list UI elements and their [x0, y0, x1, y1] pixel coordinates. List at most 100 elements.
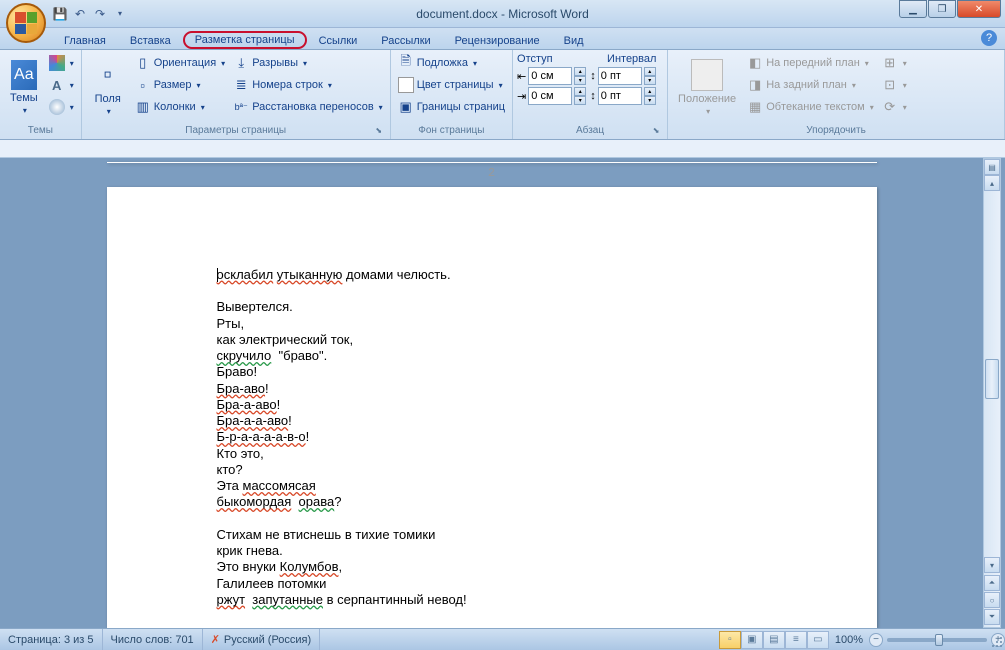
spacing-after-field[interactable]: ↕0 пт▴▾	[590, 87, 656, 105]
browse-object-button[interactable]: ○	[984, 592, 1000, 608]
document-line[interactable]: быкомордая орава?	[217, 494, 767, 510]
page-setup-launcher[interactable]: ⬊	[374, 125, 384, 135]
align-button[interactable]: ⊞▾	[879, 52, 910, 74]
document-line[interactable]: Рты,	[217, 316, 767, 332]
theme-effects-button[interactable]: ▾	[46, 96, 77, 118]
zoom-percent[interactable]: 100%	[829, 634, 869, 646]
resize-grip[interactable]	[989, 634, 1003, 648]
status-language[interactable]: ✗Русский (Россия)	[203, 629, 321, 650]
document-line[interactable]: крик гнева.	[217, 543, 767, 559]
office-button[interactable]	[6, 3, 46, 43]
tab-разметка-страницы[interactable]: Разметка страницы	[183, 31, 307, 49]
tab-рассылки[interactable]: Рассылки	[369, 33, 442, 49]
text-segment: Это внуки	[217, 559, 280, 574]
qat-redo-icon[interactable]: ↷	[92, 6, 108, 22]
tab-вставка[interactable]: Вставка	[118, 33, 183, 49]
document-line[interactable]: Кто это,	[217, 446, 767, 462]
hyphenation-button[interactable]: bª⁻Расстановка переносов▾	[230, 96, 386, 118]
line-numbers-button[interactable]: ≣Номера строк▾	[230, 74, 386, 96]
send-back-button[interactable]: ◨На задний план▾	[744, 74, 877, 96]
position-button[interactable]: Положение ▾	[672, 52, 742, 123]
web-view-button[interactable]: ▤	[763, 631, 785, 649]
document-line[interactable]: Галилеев потомки	[217, 576, 767, 592]
help-button[interactable]: ?	[981, 30, 997, 46]
margins-icon: ▫	[92, 59, 124, 91]
indent-left-icon: ⇤	[517, 70, 526, 83]
status-word-count[interactable]: Число слов: 701	[103, 629, 203, 650]
qat-undo-icon[interactable]: ↶	[72, 6, 88, 22]
spacing-before-field[interactable]: ↕0 пт▴▾	[590, 67, 656, 85]
document-line[interactable]: Это внуки Колумбов,	[217, 559, 767, 575]
text-segment: ,	[338, 559, 342, 574]
zoom-slider-thumb[interactable]	[935, 634, 943, 646]
document-line[interactable]: скручило "браво".	[217, 348, 767, 364]
paragraph-launcher[interactable]: ⬊	[651, 125, 661, 135]
document-line[interactable]: как электрический ток,	[217, 332, 767, 348]
document-line[interactable]: Бра-а-аво!	[217, 397, 767, 413]
size-button[interactable]: ▫Размер▾	[132, 74, 228, 96]
columns-icon: ▥	[135, 99, 151, 115]
columns-button[interactable]: ▥Колонки▾	[132, 96, 228, 118]
scroll-down-button[interactable]: ▾	[984, 557, 1000, 573]
page-color-icon	[398, 77, 414, 93]
page-borders-button[interactable]: ▣Границы страниц	[395, 96, 508, 118]
text-segment: запутанные	[252, 592, 323, 607]
rotate-button[interactable]: ⟳▾	[879, 96, 910, 118]
document-line[interactable]: Стихам не втиснешь в тихие томики	[217, 527, 767, 543]
indent-header: Отступ	[517, 53, 559, 65]
document-line[interactable]: Бра-а-а-аво!	[217, 413, 767, 429]
document-page[interactable]: осклабил утыканную домами челюсть. Вывер…	[107, 187, 877, 628]
document-line[interactable]	[217, 511, 767, 527]
tab-главная[interactable]: Главная	[52, 33, 118, 49]
document-line[interactable]: Бра-аво!	[217, 381, 767, 397]
scroll-track[interactable]	[984, 191, 1000, 557]
qat-customize-icon[interactable]: ▾	[112, 6, 128, 22]
print-layout-view-button[interactable]: ▫	[719, 631, 741, 649]
document-line[interactable]	[217, 283, 767, 299]
watermark-button[interactable]: 🗎Подложка▾	[395, 52, 508, 74]
tab-рецензирование[interactable]: Рецензирование	[443, 33, 552, 49]
document-line[interactable]: Б-р-а-а-а-а-в-о!	[217, 429, 767, 445]
document-line[interactable]: осклабил утыканную домами челюсть.	[217, 267, 767, 283]
status-page[interactable]: Страница: 3 из 5	[0, 629, 103, 650]
themes-button[interactable]: Aa Темы ▾	[4, 52, 44, 123]
maximize-button[interactable]: ❐	[928, 0, 956, 18]
ruler-toggle-button[interactable]: ▤	[984, 159, 1000, 175]
theme-colors-button[interactable]: ▾	[46, 52, 77, 74]
text-segment: ржут	[217, 592, 246, 607]
indent-left-field[interactable]: ⇤0 см▴▾	[517, 67, 586, 85]
scroll-up-button[interactable]: ▴	[984, 175, 1000, 191]
document-line[interactable]: Браво!	[217, 364, 767, 380]
scroll-thumb[interactable]	[985, 359, 999, 399]
line-numbers-icon: ≣	[233, 77, 249, 93]
tab-вид[interactable]: Вид	[552, 33, 596, 49]
orientation-button[interactable]: ▯Ориентация▾	[132, 52, 228, 74]
full-screen-view-button[interactable]: ▣	[741, 631, 763, 649]
document-line[interactable]: кто?	[217, 462, 767, 478]
spacing-after-icon: ↕	[590, 90, 596, 102]
bring-front-button[interactable]: ◧На передний план▾	[744, 52, 877, 74]
breaks-button[interactable]: ⤓Разрывы▾	[230, 52, 386, 74]
group-button[interactable]: ⊡▾	[879, 74, 910, 96]
qat-save-icon[interactable]: 💾	[52, 6, 68, 22]
document-line[interactable]: Эта массомясая	[217, 478, 767, 494]
close-button[interactable]: ✕	[957, 0, 1001, 18]
margins-button[interactable]: ▫ Поля ▾	[86, 52, 130, 123]
minimize-button[interactable]: ▁	[899, 0, 927, 18]
page-color-button[interactable]: Цвет страницы▾	[395, 74, 508, 96]
draft-view-button[interactable]: ▭	[807, 631, 829, 649]
outline-view-button[interactable]: ≡	[785, 631, 807, 649]
indent-right-field[interactable]: ⇥0 см▴▾	[517, 87, 586, 105]
theme-fonts-button[interactable]: A▾	[46, 74, 77, 96]
document-line[interactable]: Вывертелся.	[217, 299, 767, 315]
zoom-slider[interactable]	[887, 638, 987, 642]
zoom-out-button[interactable]: −	[869, 633, 883, 647]
tab-ссылки[interactable]: Ссылки	[307, 33, 370, 49]
document-viewport[interactable]: 2 осклабил утыканную домами челюсть. Выв…	[0, 158, 983, 628]
prev-page-button[interactable]: ⏶	[984, 575, 1000, 591]
document-line[interactable]: ржут запутанные в серпантинный невод!	[217, 592, 767, 608]
horizontal-ruler[interactable]	[0, 140, 1005, 158]
window-title: document.docx - Microsoft Word	[416, 7, 589, 21]
text-wrap-button[interactable]: ▦Обтекание текстом▾	[744, 96, 877, 118]
next-page-button[interactable]: ⏷	[984, 609, 1000, 625]
